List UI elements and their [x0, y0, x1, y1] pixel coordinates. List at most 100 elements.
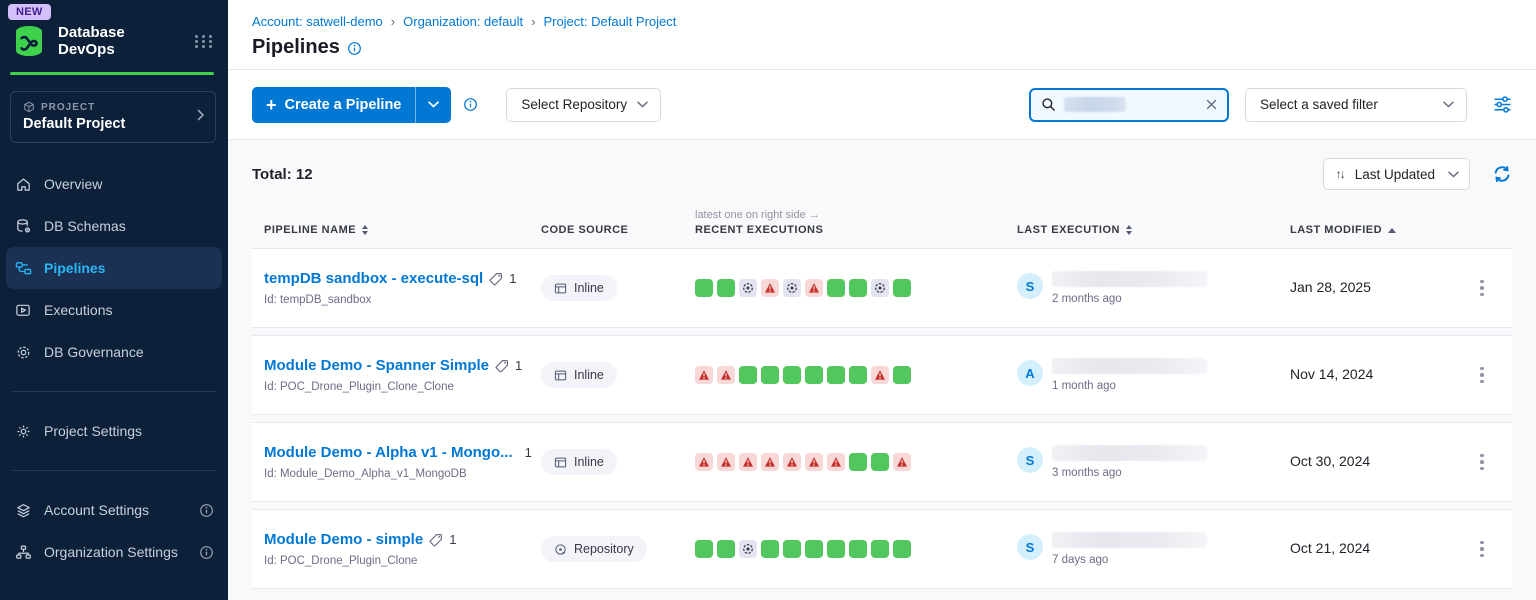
failed-icon: [808, 456, 820, 468]
execution-status-failed[interactable]: [805, 453, 823, 471]
aborted-icon: [786, 282, 798, 294]
last-execution-time: 2 months ago: [1052, 293, 1207, 305]
search-icon: [1041, 97, 1056, 112]
execution-status-success[interactable]: [893, 366, 911, 384]
info-icon[interactable]: [347, 41, 362, 56]
project-selector[interactable]: PROJECT Default Project: [10, 91, 216, 143]
execution-status-aborted[interactable]: [739, 279, 757, 297]
info-icon[interactable]: [463, 97, 478, 112]
filter-sliders-icon[interactable]: [1493, 96, 1512, 113]
table-row[interactable]: Module Demo - simple1Id: POC_Drone_Plugi…: [252, 509, 1512, 589]
execution-status-failed[interactable]: [739, 453, 757, 471]
execution-status-aborted[interactable]: [739, 540, 757, 558]
table-row[interactable]: Module Demo - Alpha v1 - Mongo...1Id: Mo…: [252, 422, 1512, 502]
failed-icon: [720, 456, 732, 468]
breadcrumb-project-link[interactable]: Project: Default Project: [543, 14, 676, 29]
execution-status-success[interactable]: [827, 540, 845, 558]
execution-status-aborted[interactable]: [871, 279, 889, 297]
sidebar-item-db-governance[interactable]: DB Governance: [0, 331, 228, 373]
clear-search-button[interactable]: [1206, 99, 1217, 110]
sidebar-item-label: Account Settings: [44, 502, 149, 518]
execution-status-failed[interactable]: [695, 453, 713, 471]
sidebar-item-organization-settings[interactable]: Organization Settings: [0, 531, 228, 573]
execution-status-failed[interactable]: [695, 366, 713, 384]
sidebar-item-pipelines[interactable]: Pipelines: [6, 247, 222, 289]
execution-status-failed[interactable]: [871, 366, 889, 384]
search-input[interactable]: [1029, 88, 1229, 122]
execution-status-success[interactable]: [893, 279, 911, 297]
execution-status-failed[interactable]: [827, 453, 845, 471]
select-repository-dropdown[interactable]: Select Repository: [506, 88, 661, 122]
refresh-icon[interactable]: [1492, 164, 1512, 184]
table-row[interactable]: tempDB sandbox - execute-sql1Id: tempDB_…: [252, 248, 1512, 328]
column-label: LAST MODIFIED: [1290, 224, 1382, 236]
sort-label: Last Updated: [1355, 167, 1435, 182]
execution-status-aborted[interactable]: [783, 279, 801, 297]
sidebar-item-project-settings[interactable]: Project Settings: [0, 410, 228, 452]
row-menu-button[interactable]: [1474, 448, 1490, 477]
execution-status-success[interactable]: [849, 540, 867, 558]
execution-status-success[interactable]: [871, 453, 889, 471]
execution-status-success[interactable]: [805, 540, 823, 558]
breadcrumb-account-link[interactable]: Account: satwell-demo: [252, 14, 383, 29]
execution-status-failed[interactable]: [761, 453, 779, 471]
sidebar-item-executions[interactable]: Executions: [0, 289, 228, 331]
sidebar-item-overview[interactable]: Overview: [0, 163, 228, 205]
sidebar-item-account-settings[interactable]: Account Settings: [0, 489, 228, 531]
pipeline-name-link[interactable]: tempDB sandbox - execute-sql: [264, 270, 483, 287]
execution-status-failed[interactable]: [805, 279, 823, 297]
breadcrumb-organization-link[interactable]: Organization: default: [403, 14, 523, 29]
execution-status-success[interactable]: [717, 279, 735, 297]
pipeline-name-link[interactable]: Module Demo - simple: [264, 531, 423, 548]
avatar: S: [1017, 534, 1043, 560]
info-icon[interactable]: [199, 545, 214, 560]
execution-status-success[interactable]: [783, 366, 801, 384]
execution-status-success[interactable]: [783, 540, 801, 558]
sidebar-divider: [12, 470, 216, 471]
pipeline-name-link[interactable]: Module Demo - Alpha v1 - Mongo...: [264, 444, 513, 461]
execution-status-failed[interactable]: [717, 366, 735, 384]
execution-status-success[interactable]: [893, 540, 911, 558]
chevron-right-icon: [197, 108, 205, 126]
execution-status-success[interactable]: [739, 366, 757, 384]
sidebar-item-db-schemas[interactable]: DB Schemas: [0, 205, 228, 247]
row-menu-button[interactable]: [1474, 535, 1490, 564]
column-header-last-execution[interactable]: LAST EXECUTION: [1005, 224, 1278, 236]
execution-status-failed[interactable]: [761, 279, 779, 297]
list-controls: Total: 12 ↑↓ Last Updated: [252, 156, 1512, 192]
sidebar-nav: Overview DB Schemas Pipelines Executions: [0, 163, 228, 373]
toolbar: + Create a Pipeline Select Repository: [228, 70, 1536, 140]
gear-icon: [14, 423, 32, 440]
column-header-pipeline-name[interactable]: PIPELINE NAME: [252, 224, 529, 236]
saved-filter-dropdown[interactable]: Select a saved filter: [1245, 88, 1467, 122]
execution-status-success[interactable]: [871, 540, 889, 558]
last-execution-time: 3 months ago: [1052, 467, 1207, 479]
row-menu-button[interactable]: [1474, 361, 1490, 390]
column-header-last-modified[interactable]: LAST MODIFIED: [1278, 224, 1452, 236]
execution-status-success[interactable]: [805, 366, 823, 384]
execution-status-success[interactable]: [695, 279, 713, 297]
sidebar-item-label: DB Schemas: [44, 218, 126, 234]
app-grid-icon[interactable]: [195, 35, 214, 48]
row-menu-button[interactable]: [1474, 274, 1490, 303]
execution-status-failed[interactable]: [717, 453, 735, 471]
execution-status-success[interactable]: [761, 540, 779, 558]
create-pipeline-button[interactable]: + Create a Pipeline: [252, 96, 415, 114]
execution-status-success[interactable]: [827, 366, 845, 384]
execution-status-success[interactable]: [849, 279, 867, 297]
table-row[interactable]: Module Demo - Spanner Simple1Id: POC_Dro…: [252, 335, 1512, 415]
execution-status-success[interactable]: [849, 453, 867, 471]
inline-source-icon: [554, 456, 567, 469]
sort-dropdown[interactable]: ↑↓ Last Updated: [1323, 158, 1470, 190]
execution-status-success[interactable]: [717, 540, 735, 558]
execution-status-failed[interactable]: [783, 453, 801, 471]
execution-status-success[interactable]: [849, 366, 867, 384]
create-pipeline-menu-button[interactable]: [415, 87, 451, 123]
execution-status-success[interactable]: [761, 366, 779, 384]
execution-status-failed[interactable]: [893, 453, 911, 471]
execution-status-success[interactable]: [827, 279, 845, 297]
info-icon[interactable]: [199, 503, 214, 518]
pipeline-name-link[interactable]: Module Demo - Spanner Simple: [264, 357, 489, 374]
sidebar: NEW Database DevOps PROJECT: [0, 0, 228, 600]
execution-status-success[interactable]: [695, 540, 713, 558]
